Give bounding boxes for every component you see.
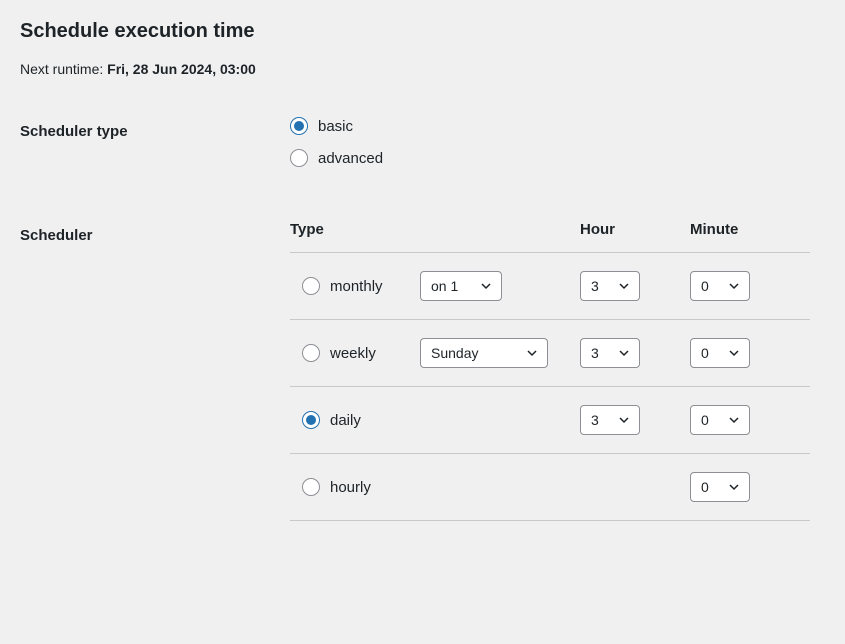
next-runtime-value: Fri, 28 Jun 2024, 03:00: [107, 61, 256, 77]
select-value: 0: [701, 479, 709, 495]
chevron-down-icon: [619, 348, 629, 358]
chevron-down-icon: [527, 348, 537, 358]
select-value: on 1: [431, 278, 458, 294]
chevron-down-icon: [729, 348, 739, 358]
radio-weekly[interactable]: [302, 344, 320, 362]
select-daily-hour[interactable]: 3: [580, 405, 640, 435]
radio-label-basic: basic: [318, 118, 353, 135]
select-value: 0: [701, 345, 709, 361]
select-weekly-hour[interactable]: 3: [580, 338, 640, 368]
select-value: 3: [591, 345, 599, 361]
radio-hourly[interactable]: [302, 478, 320, 496]
radio-icon[interactable]: [290, 149, 308, 167]
select-value: 0: [701, 278, 709, 294]
select-hourly-minute[interactable]: 0: [690, 472, 750, 502]
header-hour: Hour: [580, 221, 690, 238]
select-monthly-hour[interactable]: 3: [580, 271, 640, 301]
radio-monthly[interactable]: [302, 277, 320, 295]
header-minute: Minute: [690, 221, 800, 238]
chevron-down-icon: [619, 415, 629, 425]
select-value: 3: [591, 278, 599, 294]
header-type: Type: [290, 221, 580, 238]
radio-label-weekly: weekly: [330, 345, 410, 362]
select-weekly-day[interactable]: Sunday: [420, 338, 548, 368]
scheduler-type-basic[interactable]: basic: [290, 117, 825, 135]
scheduler-row-hourly: hourly 0: [290, 454, 810, 521]
select-value: Sunday: [431, 345, 478, 361]
chevron-down-icon: [481, 281, 491, 291]
chevron-down-icon: [619, 281, 629, 291]
select-daily-minute[interactable]: 0: [690, 405, 750, 435]
chevron-down-icon: [729, 482, 739, 492]
select-monthly-minute[interactable]: 0: [690, 271, 750, 301]
select-value: 3: [591, 412, 599, 428]
scheduler-row-weekly: weekly Sunday 3 0: [290, 320, 810, 387]
chevron-down-icon: [729, 415, 739, 425]
scheduler-label: Scheduler: [20, 221, 290, 244]
scheduler-row-daily: daily 3 0: [290, 387, 810, 454]
radio-label-daily: daily: [330, 412, 410, 429]
scheduler-row-monthly: monthly on 1 3 0: [290, 253, 810, 320]
next-runtime-label: Next runtime:: [20, 61, 107, 77]
radio-label-hourly: hourly: [330, 479, 410, 496]
select-value: 0: [701, 412, 709, 428]
select-weekly-minute[interactable]: 0: [690, 338, 750, 368]
next-runtime-text: Next runtime: Fri, 28 Jun 2024, 03:00: [20, 61, 825, 77]
radio-label-monthly: monthly: [330, 278, 410, 295]
scheduler-type-label: Scheduler type: [20, 117, 290, 140]
radio-daily[interactable]: [302, 411, 320, 429]
scheduler-table-header: Type Hour Minute: [290, 221, 810, 253]
select-monthly-day[interactable]: on 1: [420, 271, 502, 301]
chevron-down-icon: [729, 281, 739, 291]
radio-label-advanced: advanced: [318, 150, 383, 167]
radio-icon[interactable]: [290, 117, 308, 135]
section-title: Schedule execution time: [20, 20, 825, 43]
scheduler-type-advanced[interactable]: advanced: [290, 149, 825, 167]
